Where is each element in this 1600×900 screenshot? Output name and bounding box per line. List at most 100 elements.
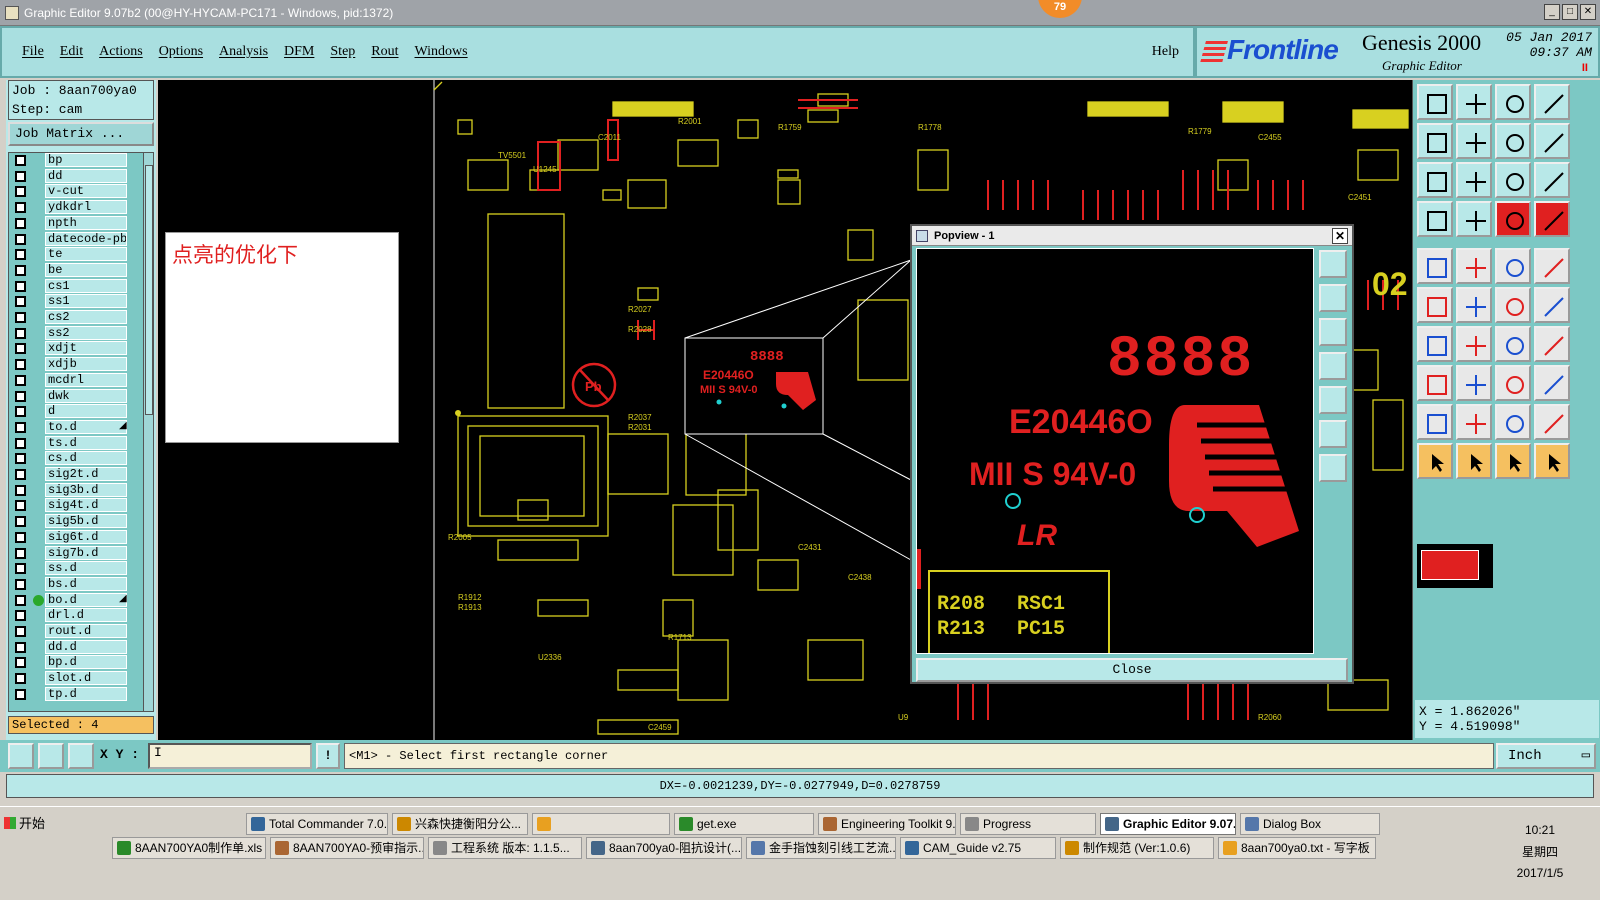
menu-rout[interactable]: Rout: [371, 44, 398, 60]
layer-row[interactable]: sig2t.d: [9, 467, 139, 482]
zoom-fit-tool-button[interactable]: [1417, 162, 1453, 198]
taskbar-item[interactable]: CAM_Guide v2.75: [900, 837, 1056, 859]
line-right-tool-button[interactable]: [1534, 287, 1570, 323]
grid-mode-button[interactable]: [68, 743, 94, 769]
layer-row[interactable]: cs.d: [9, 451, 139, 466]
layer-name[interactable]: mcdrl: [45, 372, 127, 387]
layer-checkbox[interactable]: [15, 343, 26, 355]
layer-row[interactable]: cs1: [9, 278, 139, 294]
measure-mode-button[interactable]: [38, 743, 64, 769]
layer-row[interactable]: ts.d: [9, 435, 139, 451]
layer-checkbox[interactable]: [15, 469, 26, 480]
layer-row[interactable]: cs2: [9, 310, 139, 325]
taskbar-item[interactable]: 兴森快捷衡阳分公...: [392, 813, 528, 835]
layer-name[interactable]: xdjb: [45, 357, 127, 372]
layer-name[interactable]: ss1: [45, 294, 127, 309]
step-left-tool-button[interactable]: [1417, 123, 1453, 159]
popview-zoom-in-button[interactable]: [1319, 284, 1347, 312]
net-left-tool-button[interactable]: [1495, 201, 1531, 237]
layer-row[interactable]: ss1: [9, 294, 139, 309]
popview-close-button[interactable]: Close: [916, 658, 1348, 682]
menu-analysis[interactable]: Analysis: [219, 44, 268, 60]
layer-name[interactable]: xdjt: [45, 341, 127, 356]
layer-name[interactable]: tp.d: [45, 686, 127, 701]
scroll-thumb[interactable]: [145, 165, 153, 415]
layer-checkbox[interactable]: [15, 327, 26, 339]
taskbar-item[interactable]: 8aan700ya0-阻抗设计(...: [586, 837, 742, 859]
triangle-b-tool-button[interactable]: [1534, 404, 1570, 440]
layer-name[interactable]: v-cut: [45, 184, 127, 199]
layer-name[interactable]: te: [45, 247, 127, 262]
layer-name[interactable]: dd: [45, 168, 127, 183]
taskbar-item[interactable]: Total Commander 7.0...: [246, 813, 388, 835]
layer-row[interactable]: ydkdrl: [9, 200, 139, 215]
menu-step[interactable]: Step: [330, 44, 355, 60]
taskbar-item[interactable]: Graphic Editor 9.07...: [1100, 813, 1236, 835]
layer-name[interactable]: to.d: [45, 419, 127, 434]
layer-checkbox[interactable]: [15, 280, 26, 292]
popview-fit-button[interactable]: [1319, 250, 1347, 278]
layer-name[interactable]: bo.d: [45, 592, 127, 607]
list-tool-button[interactable]: [1534, 123, 1570, 159]
layer-row[interactable]: drl.d: [9, 608, 139, 623]
layer-checkbox[interactable]: [15, 406, 26, 418]
refresh-tool-button[interactable]: [1534, 162, 1570, 198]
layer-checkbox[interactable]: [15, 594, 26, 606]
layer-row[interactable]: bp: [9, 153, 139, 168]
resize-tool-button[interactable]: [1534, 365, 1570, 401]
layer-scrollbar[interactable]: [143, 153, 153, 711]
layer-name[interactable]: ts.d: [45, 435, 127, 450]
layer-checkbox[interactable]: [15, 186, 26, 198]
layer-row[interactable]: slot.d: [9, 671, 139, 686]
zoom-ratio-tool-button[interactable]: [1495, 162, 1531, 198]
layer-row[interactable]: be: [9, 262, 139, 278]
slash-tool-button[interactable]: [1417, 326, 1453, 362]
layer-checkbox[interactable]: [15, 249, 26, 261]
layer-checkbox[interactable]: [15, 202, 26, 214]
popview-canvas[interactable]: 8888 E20446O MII S 94V-0 LR R208 R213 RS…: [916, 248, 1314, 654]
taskbar-item[interactable]: 工程系统 版本: 1.1.5...: [428, 837, 582, 859]
net-right-tool-button[interactable]: [1534, 201, 1570, 237]
cut-tool-button[interactable]: [1456, 365, 1492, 401]
cross-tool-button[interactable]: [1456, 287, 1492, 323]
layer-row[interactable]: d: [9, 404, 139, 419]
taskbar-item[interactable]: Engineering Toolkit 9....: [818, 813, 956, 835]
triangle-tool-button[interactable]: [1417, 404, 1453, 440]
layer-name[interactable]: cs2: [45, 310, 127, 324]
layer-row[interactable]: sig5b.d: [9, 514, 139, 529]
menu-edit[interactable]: Edit: [60, 44, 83, 60]
slash-red-tool-button[interactable]: [1456, 326, 1492, 362]
layer-name[interactable]: ydkdrl: [45, 200, 127, 215]
job-matrix-button[interactable]: Job Matrix ...: [8, 122, 154, 146]
open-tool-button[interactable]: [1417, 84, 1453, 120]
layer-name[interactable]: d: [45, 404, 127, 419]
layer-checkbox[interactable]: [15, 626, 26, 637]
layer-checkbox[interactable]: [15, 296, 26, 308]
layer-checkbox[interactable]: [15, 359, 26, 371]
close-window-button[interactable]: ✕: [1580, 4, 1596, 20]
layer-name[interactable]: cs.d: [45, 451, 127, 466]
layer-row[interactable]: te: [9, 247, 139, 262]
clock-time[interactable]: 10:21: [1480, 823, 1600, 837]
layer-checkbox[interactable]: [15, 688, 26, 700]
layer-name[interactable]: sig3b.d: [45, 482, 127, 497]
layer-name[interactable]: rout.d: [45, 624, 127, 638]
text-tool-button[interactable]: [1534, 326, 1570, 362]
popview-fit-all-button[interactable]: [1319, 420, 1347, 448]
taskbar-item[interactable]: get.exe: [674, 813, 814, 835]
units-selector[interactable]: Inch ▭: [1496, 743, 1596, 769]
zoom-pan-tool-button[interactable]: [1456, 162, 1492, 198]
popview-center-button[interactable]: [1319, 454, 1347, 482]
layer-row[interactable]: to.d ◢: [9, 419, 139, 435]
save-tool-button[interactable]: [1456, 84, 1492, 120]
layer-row[interactable]: ss.d: [9, 561, 139, 576]
layer-name[interactable]: sig7b.d: [45, 545, 127, 560]
taskbar-item[interactable]: Progress: [960, 813, 1096, 835]
layer-checkbox[interactable]: [15, 563, 26, 575]
layer-checkbox[interactable]: [15, 484, 26, 496]
popview-zoom-out-button[interactable]: [1319, 318, 1347, 346]
layer-checkbox[interactable]: [15, 421, 26, 433]
layer-checkbox[interactable]: [15, 657, 26, 669]
layer-checkbox[interactable]: [15, 673, 26, 685]
pointer-tool-button[interactable]: [1417, 443, 1453, 479]
